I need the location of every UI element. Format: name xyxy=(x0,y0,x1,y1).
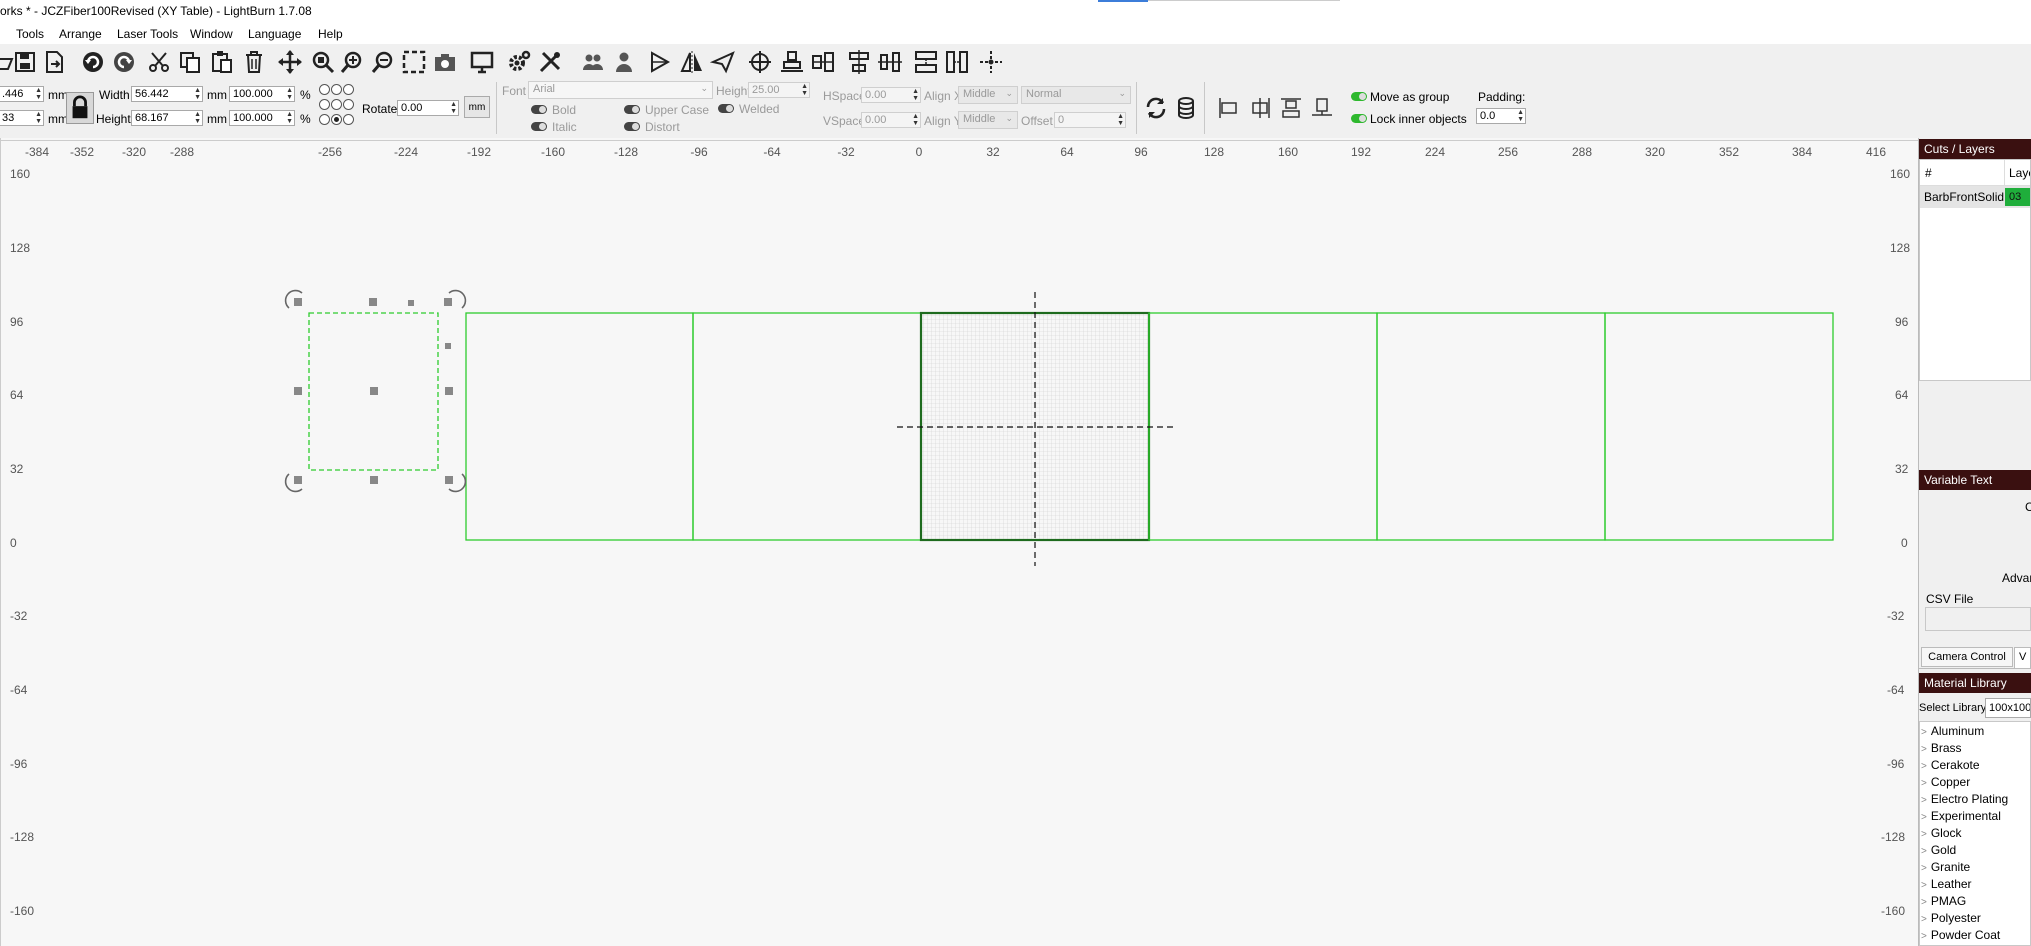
expand-arrow-icon: > xyxy=(1921,727,1927,738)
cuts-layers-header: Cuts / Layers xyxy=(1919,139,2031,159)
material-item[interactable]: > Experimental xyxy=(1921,809,2001,823)
library-select[interactable]: 100x100 xyxy=(1985,698,2031,718)
col-divider xyxy=(2004,160,2005,185)
layer-color-swatch[interactable]: 03 xyxy=(2005,188,2030,206)
expand-arrow-icon: > xyxy=(1921,761,1927,772)
advanced-button[interactable]: Advan xyxy=(2002,571,2031,585)
tile-6 xyxy=(1604,312,1834,541)
tab-camera-control[interactable]: Camera Control xyxy=(1921,647,2013,667)
expand-arrow-icon: > xyxy=(1921,812,1927,823)
select-library-label: Select Library xyxy=(1919,702,1987,714)
expand-arrow-icon: > xyxy=(1921,880,1927,891)
cuts-layers-table[interactable]: # Laye BarbFrontSolid 03 xyxy=(1919,159,2031,381)
variable-text-header: Variable Text xyxy=(1919,470,2031,490)
material-item[interactable]: > Leather xyxy=(1921,877,1972,891)
csv-file-field[interactable] xyxy=(1925,607,2031,631)
tab-bar: Camera Control V xyxy=(1919,646,2031,669)
material-item[interactable]: > Gold xyxy=(1921,843,1956,857)
material-item[interactable]: > Granite xyxy=(1921,860,1970,874)
col-number: # xyxy=(1925,166,1932,180)
material-item[interactable]: > Aluminum xyxy=(1921,724,1984,738)
material-item[interactable]: > Copper xyxy=(1921,775,1970,789)
cuts-layers-header-row: # Laye xyxy=(1920,160,2030,186)
variable-text-fragment: C xyxy=(2025,500,2031,514)
col-layer: Laye xyxy=(2009,166,2030,180)
expand-arrow-icon: > xyxy=(1921,744,1927,755)
tile-2 xyxy=(692,312,922,541)
expand-arrow-icon: > xyxy=(1921,795,1927,806)
expand-arrow-icon: > xyxy=(1921,914,1927,925)
material-item[interactable]: > Powder Coat xyxy=(1921,928,2000,942)
expand-arrow-icon: > xyxy=(1921,863,1927,874)
material-item[interactable]: > Glock xyxy=(1921,826,1962,840)
material-item[interactable]: > Electro Plating xyxy=(1921,792,2008,806)
canvas-shapes xyxy=(284,289,1834,566)
layer-row[interactable]: BarbFrontSolid 03 xyxy=(1920,186,2030,208)
expand-arrow-icon: > xyxy=(1921,778,1927,789)
material-item[interactable]: > Polyester xyxy=(1921,911,1981,925)
tile-1 xyxy=(465,312,694,541)
material-library-header: Material Library xyxy=(1919,673,2031,693)
selection-handles xyxy=(294,298,453,484)
expand-arrow-icon: > xyxy=(1921,846,1927,857)
expand-arrow-icon: > xyxy=(1921,829,1927,840)
layer-row-name: BarbFrontSolid xyxy=(1924,190,2005,204)
material-item[interactable]: > Cerakote xyxy=(1921,758,1980,772)
tile-5 xyxy=(1376,312,1606,541)
material-item[interactable]: > Brass xyxy=(1921,741,1962,755)
expand-arrow-icon: > xyxy=(1921,897,1927,908)
material-item[interactable]: > PMAG xyxy=(1921,894,1966,908)
csv-file-label: CSV File xyxy=(1926,592,1974,606)
tile-4 xyxy=(1148,312,1378,541)
expand-arrow-icon: > xyxy=(1921,931,1927,942)
tab-other[interactable]: V xyxy=(2014,647,2031,668)
